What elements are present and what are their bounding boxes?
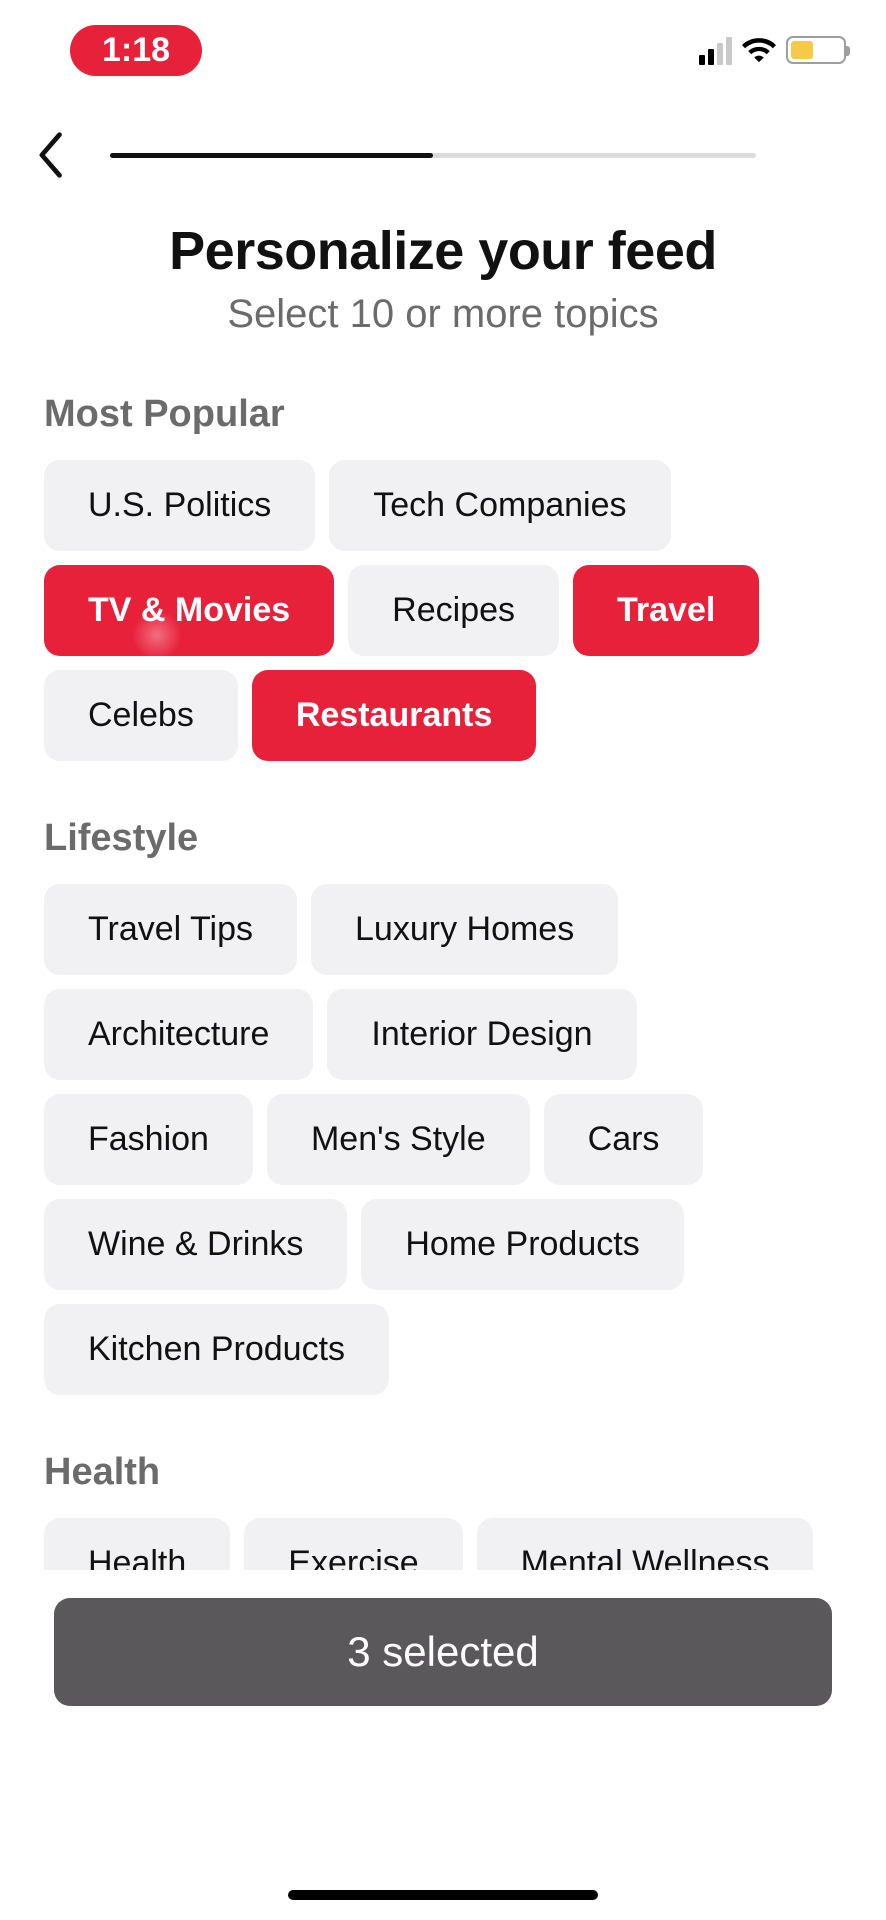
- section-header-health: Health: [44, 1451, 842, 1494]
- topic-chip[interactable]: Tech Companies: [329, 460, 670, 551]
- topic-chip[interactable]: Fashion: [44, 1094, 253, 1185]
- section-header-lifestyle: Lifestyle: [44, 817, 842, 860]
- topic-chip[interactable]: Luxury Homes: [311, 884, 618, 975]
- topic-chip[interactable]: Travel Tips: [44, 884, 297, 975]
- topic-chip[interactable]: Cars: [544, 1094, 704, 1185]
- section-header-most-popular: Most Popular: [44, 393, 842, 436]
- chips-most-popular: U.S. Politics Tech Companies TV & Movies…: [44, 460, 842, 761]
- selected-count-button[interactable]: 3 selected: [54, 1598, 832, 1706]
- page-title: Personalize your feed: [0, 220, 886, 282]
- status-bar: 1:18: [0, 0, 886, 80]
- chevron-left-icon: [36, 132, 64, 178]
- topic-chip[interactable]: Men's Style: [267, 1094, 530, 1185]
- topic-chip[interactable]: TV & Movies: [44, 565, 334, 656]
- topic-chip[interactable]: Restaurants: [252, 670, 537, 761]
- back-button[interactable]: [30, 130, 70, 180]
- chips-lifestyle: Travel Tips Luxury Homes Architecture In…: [44, 884, 842, 1395]
- cellular-icon: [699, 35, 732, 65]
- topic-chip[interactable]: Celebs: [44, 670, 238, 761]
- topic-chip[interactable]: Wine & Drinks: [44, 1199, 347, 1290]
- home-indicator[interactable]: [288, 1890, 598, 1900]
- topic-chip[interactable]: Home Products: [361, 1199, 683, 1290]
- topic-chip[interactable]: Travel: [573, 565, 759, 656]
- topic-chip[interactable]: Recipes: [348, 565, 559, 656]
- nav-row: [0, 80, 886, 180]
- topic-chip[interactable]: Architecture: [44, 989, 313, 1080]
- topic-chip[interactable]: Interior Design: [327, 989, 636, 1080]
- page-subtitle: Select 10 or more topics: [0, 292, 886, 337]
- progress-bar: [110, 153, 756, 158]
- status-time-pill: 1:18: [70, 25, 202, 76]
- cta-wrap: 3 selected: [0, 1570, 886, 1920]
- content: Most Popular U.S. Politics Tech Companie…: [0, 393, 886, 1609]
- topic-chip[interactable]: U.S. Politics: [44, 460, 315, 551]
- progress-fill: [110, 153, 433, 158]
- topic-chip[interactable]: Kitchen Products: [44, 1304, 389, 1395]
- wifi-icon: [742, 33, 776, 68]
- status-right: [699, 33, 846, 68]
- battery-icon: [786, 36, 846, 64]
